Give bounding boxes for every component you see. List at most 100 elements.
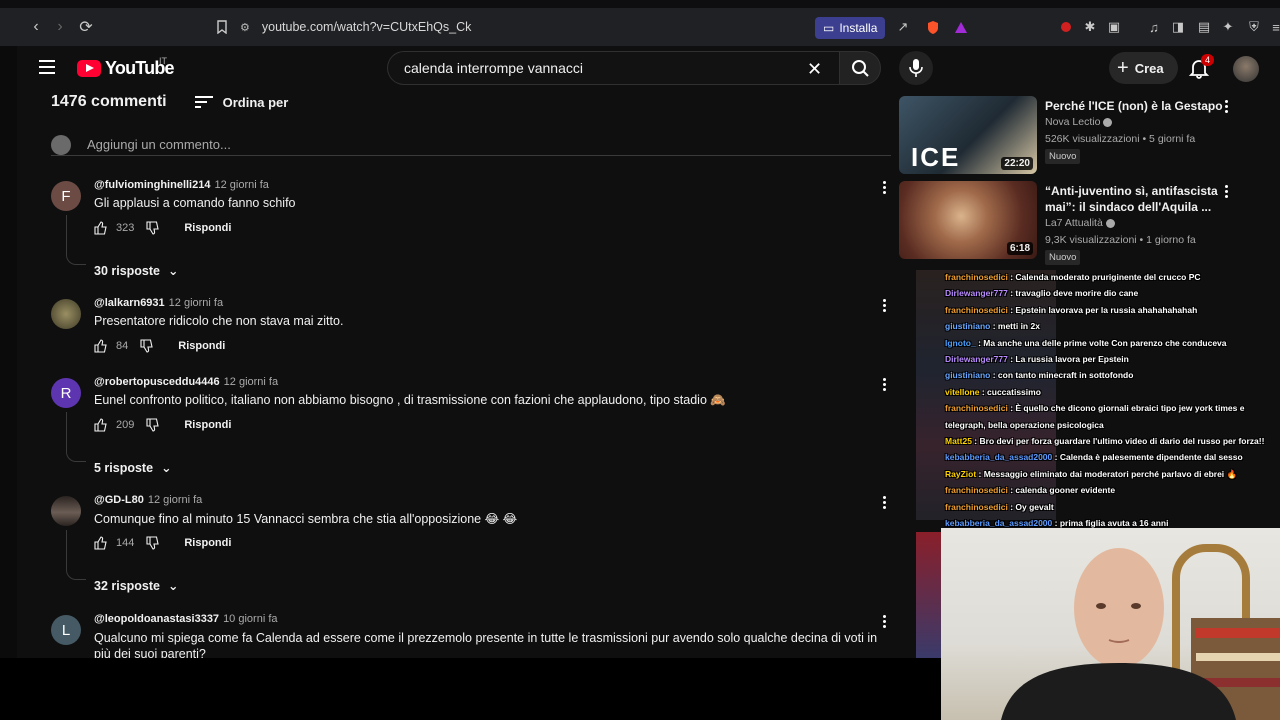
reply-button[interactable]: Rispondi <box>178 340 225 352</box>
video-thumbnail[interactable]: 6:18 <box>899 181 1037 259</box>
sort-label: Ordina per <box>222 94 289 110</box>
search-value: calenda interrompe vannacci <box>404 60 583 76</box>
extension-red-icon[interactable] <box>1058 19 1074 35</box>
comment-time[interactable]: 12 giorni fa <box>148 494 202 506</box>
comment-header: @leopoldoanastasi3337 10 giorni fa <box>94 613 278 625</box>
chat-text: : con tanto minecraft in sottofondo <box>990 370 1134 381</box>
avatar[interactable]: L <box>51 615 81 645</box>
like-icon[interactable] <box>94 221 108 235</box>
comment-menu-icon[interactable] <box>883 378 887 392</box>
chat-username: RayZiot <box>945 468 977 479</box>
like-count: 144 <box>116 537 135 549</box>
chat-message: franchinosedici : Epstein lavorava per l… <box>945 305 1197 315</box>
media-icon[interactable]: ♫ <box>1146 19 1162 35</box>
comment-author[interactable]: @lalkarn6931 <box>94 297 165 309</box>
like-icon[interactable] <box>94 536 108 550</box>
recommendation[interactable]: ICE 22:20 Perché l'ICE (non) è la Gestap… <box>899 96 1239 176</box>
comment-count: 1476 commenti <box>51 93 167 110</box>
chevron-down-icon: ⌄ <box>168 264 179 278</box>
chat-text: telegraph, bella operazione psicologica <box>945 419 1104 430</box>
clear-search-icon[interactable]: ✕ <box>807 59 822 80</box>
comment-time[interactable]: 12 giorni fa <box>169 297 223 309</box>
extensions-icon[interactable]: ✱ <box>1082 19 1098 35</box>
recommendation[interactable]: 6:18 “Anti-juventino sì, antifascista ma… <box>899 181 1239 265</box>
video-title[interactable]: Perché l'ICE (non) è la Gestapo <box>1045 98 1225 114</box>
comment-time[interactable]: 12 giorni fa <box>224 376 278 388</box>
menu-icon[interactable]: ≡ <box>1268 19 1280 35</box>
comment-menu-icon[interactable] <box>883 181 887 195</box>
video-menu-icon[interactable] <box>1225 185 1229 200</box>
bookmark-icon[interactable] <box>210 15 234 39</box>
comment-header: @lalkarn6931 12 giorni fa <box>94 297 223 309</box>
comment-author[interactable]: @leopoldoanastasi3337 <box>94 613 219 625</box>
install-label: Installa <box>839 21 878 35</box>
voice-search-button[interactable] <box>899 51 933 85</box>
search-button[interactable] <box>839 51 881 85</box>
thumbnail-text: ICE <box>911 142 961 172</box>
like-icon[interactable] <box>94 418 108 432</box>
forward-icon[interactable]: › <box>48 15 72 39</box>
back-icon[interactable]: ‹ <box>24 15 48 39</box>
dislike-icon[interactable] <box>140 339 154 353</box>
reply-button[interactable]: Rispondi <box>184 419 231 431</box>
address-bar[interactable]: ⚙ youtube.com/watch?v=CUtxEhQs_Ck <box>240 15 810 39</box>
chat-username: franchinosedici <box>945 304 1008 315</box>
replies-toggle[interactable]: 30 risposte ⌄ <box>94 263 179 279</box>
comment-author[interactable]: @GD-L80 <box>94 494 144 506</box>
avatar[interactable]: R <box>51 378 81 408</box>
vpn-icon[interactable]: ⛨ <box>1246 19 1262 35</box>
create-button[interactable]: + Crea <box>1109 52 1178 84</box>
video-thumbnail[interactable]: ICE 22:20 <box>899 96 1037 174</box>
chat-text: : Oy gevalt <box>1007 501 1054 512</box>
comment-time[interactable]: 12 giorni fa <box>214 179 268 191</box>
avatar[interactable] <box>51 496 81 526</box>
account-avatar[interactable] <box>1233 56 1259 82</box>
sort-button[interactable]: Ordina per <box>194 94 289 110</box>
avatar[interactable] <box>51 299 81 329</box>
comment-thread: @GD-L80 12 giorni fa Comunque fino al min… <box>51 494 901 593</box>
wallet-icon[interactable]: ▤ <box>1196 19 1212 35</box>
reply-button[interactable]: Rispondi <box>184 537 231 549</box>
search-input[interactable]: calenda interrompe vannacci <box>387 51 842 85</box>
reload-icon[interactable]: ⟳ <box>74 15 98 39</box>
comment-time[interactable]: 10 giorni fa <box>223 613 277 625</box>
comment-author[interactable]: @robertopusceddu4446 <box>94 376 220 388</box>
chat-username: kebabberia_da_assad2000 <box>945 518 1053 528</box>
reply-button[interactable]: Rispondi <box>184 222 231 234</box>
comment-menu-icon[interactable] <box>883 299 887 313</box>
avatar[interactable]: F <box>51 181 81 211</box>
add-comment-field[interactable]: Aggiungi un commento... <box>51 134 891 156</box>
channel-name[interactable]: Nova Lectio <box>1045 116 1113 128</box>
install-button[interactable]: ▭ Installa <box>815 17 886 39</box>
replies-count: 5 risposte <box>94 460 154 475</box>
brave-shield-icon[interactable] <box>925 19 941 35</box>
video-menu-icon[interactable] <box>1225 100 1229 115</box>
guide-menu-icon[interactable] <box>39 60 55 74</box>
comment-text: Presentatore ridicolo che non stava mai … <box>94 314 344 328</box>
dislike-icon[interactable] <box>146 418 160 432</box>
comment-author[interactable]: @fulviominghinelli214 <box>94 179 210 191</box>
screenshot-icon[interactable]: ▣ <box>1106 19 1122 35</box>
dislike-icon[interactable] <box>146 221 160 235</box>
leo-icon[interactable]: ✦ <box>1220 19 1236 35</box>
replies-toggle[interactable]: 5 risposte ⌄ <box>94 460 172 476</box>
rewards-icon[interactable] <box>953 19 969 35</box>
chat-username: kebabberia_da_assad2000 <box>945 452 1053 463</box>
like-icon[interactable] <box>94 339 108 353</box>
comment-menu-icon[interactable] <box>883 496 887 510</box>
sidebar-icon[interactable]: ◨ <box>1170 19 1186 35</box>
dislike-icon[interactable] <box>146 536 160 550</box>
chat-text: : cuccatissimo <box>979 386 1041 397</box>
video-title[interactable]: “Anti-juventino sì, antifascista mai”: i… <box>1045 183 1225 215</box>
chat-text: : La russia lavora per Epstein <box>1007 354 1129 364</box>
chevron-down-icon: ⌄ <box>168 579 179 593</box>
like-count: 323 <box>116 222 135 234</box>
site-settings-icon[interactable]: ⚙ <box>240 21 250 34</box>
share-icon[interactable]: ↗ <box>895 19 911 35</box>
channel-name[interactable]: La7 Attualità <box>1045 217 1115 229</box>
comment-menu-icon[interactable] <box>883 615 887 629</box>
webcam-feed <box>941 528 1280 720</box>
chat-message: giustiniano : con tanto minecraft in sot… <box>945 370 1133 380</box>
chat-message: franchinosedici : calenda gooner evident… <box>945 485 1115 495</box>
replies-toggle[interactable]: 32 risposte ⌄ <box>94 578 179 594</box>
